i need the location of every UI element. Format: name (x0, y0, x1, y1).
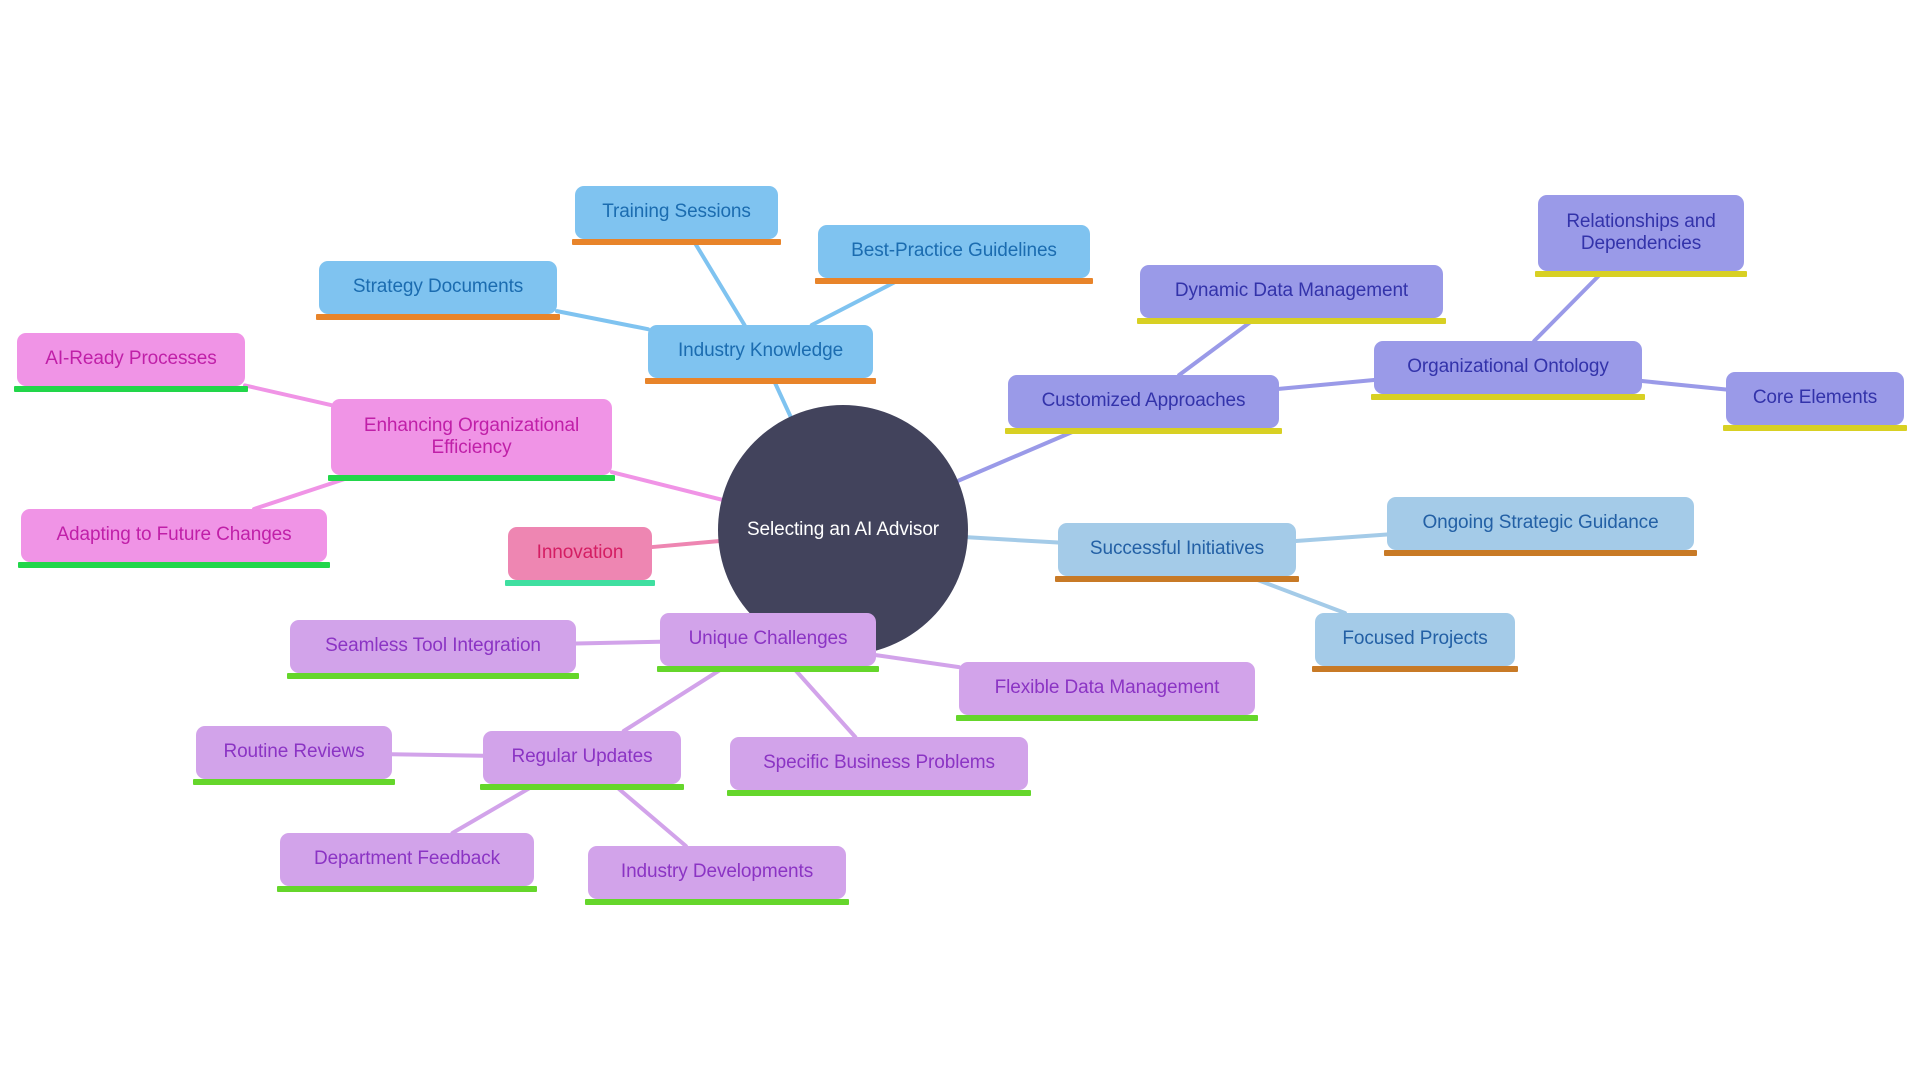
node-label-ongoing-strategic-guidance: Ongoing Strategic Guidance (1422, 512, 1659, 534)
central-node-label: Selecting an AI Advisor (746, 519, 940, 540)
edge-organizational-ontology-to-relationships-and-dependencies (1532, 269, 1606, 343)
node-best-practice-guidelines[interactable]: Best-Practice Guidelines (815, 225, 1093, 284)
edge-industry-knowledge-to-best-practice-guidelines (809, 276, 905, 327)
node-label-focused-projects: Focused Projects (1342, 628, 1488, 650)
node-successful-initiatives[interactable]: Successful Initiatives (1055, 523, 1299, 582)
edge-central-to-customized-approaches (955, 426, 1084, 483)
edge-regular-updates-to-industry-developments (611, 782, 688, 848)
node-industry-developments[interactable]: Industry Developments (585, 846, 849, 905)
node-label-seamless-tool-integration: Seamless Tool Integration (325, 635, 541, 657)
node-routine-reviews[interactable]: Routine Reviews (193, 726, 395, 785)
node-label-flexible-data-management: Flexible Data Management (994, 677, 1220, 699)
node-core-elements[interactable]: Core Elements (1723, 372, 1907, 431)
edge-unique-challenges-to-regular-updates (621, 664, 729, 733)
node-organizational-ontology[interactable]: Organizational Ontology (1371, 341, 1645, 400)
edge-customized-approaches-to-organizational-ontology (1277, 378, 1376, 391)
node-label-innovation: Innovation (536, 542, 624, 564)
node-label-industry-developments: Industry Developments (620, 861, 814, 883)
node-label-best-practice-guidelines: Best-Practice Guidelines (851, 240, 1057, 262)
edge-enhancing-organizational-efficiency-to-ai-ready-processes (243, 383, 333, 408)
node-label-enhancing-organizational-efficiency: Enhancing Organizational Efficiency (363, 414, 580, 458)
node-label-industry-knowledge: Industry Knowledge (677, 340, 844, 362)
node-specific-business-problems[interactable]: Specific Business Problems (727, 737, 1031, 796)
node-innovation[interactable]: Innovation (505, 527, 655, 586)
node-label-organizational-ontology: Organizational Ontology (1407, 356, 1609, 378)
edge-unique-challenges-to-specific-business-problems (789, 664, 858, 739)
node-label-ai-ready-processes: AI-Ready Processes (45, 348, 217, 370)
edge-organizational-ontology-to-core-elements (1640, 379, 1728, 392)
node-ai-ready-processes[interactable]: AI-Ready Processes (14, 333, 248, 392)
node-strategy-documents[interactable]: Strategy Documents (316, 261, 560, 320)
node-label-unique-challenges: Unique Challenges (688, 628, 848, 650)
node-regular-updates[interactable]: Regular Updates (480, 731, 684, 790)
edge-customized-approaches-to-dynamic-data-management (1177, 316, 1258, 377)
node-dynamic-data-management[interactable]: Dynamic Data Management (1137, 265, 1446, 324)
edge-central-to-successful-initiatives (965, 535, 1060, 545)
mindmap-canvas: Selecting an AI Advisor Industry Knowledg… (0, 0, 1920, 1080)
edge-regular-updates-to-routine-reviews (390, 752, 485, 758)
node-industry-knowledge[interactable]: Industry Knowledge (645, 325, 876, 384)
node-seamless-tool-integration[interactable]: Seamless Tool Integration (287, 620, 579, 679)
edge-central-to-innovation (650, 539, 721, 550)
edge-unique-challenges-to-seamless-tool-integration (574, 639, 662, 646)
node-label-successful-initiatives: Successful Initiatives (1089, 538, 1265, 560)
node-label-specific-business-problems: Specific Business Problems (763, 752, 995, 774)
edge-regular-updates-to-department-feedback (450, 782, 539, 835)
node-label-strategy-documents: Strategy Documents (352, 276, 524, 298)
node-unique-challenges[interactable]: Unique Challenges (657, 613, 879, 672)
node-training-sessions[interactable]: Training Sessions (572, 186, 781, 245)
node-label-training-sessions: Training Sessions (602, 201, 751, 223)
node-label-dynamic-data-management: Dynamic Data Management (1174, 280, 1409, 302)
node-customized-approaches[interactable]: Customized Approaches (1005, 375, 1282, 434)
node-flexible-data-management[interactable]: Flexible Data Management (956, 662, 1258, 721)
node-label-relationships-and-dependencies: Relationships and Dependencies (1566, 210, 1716, 254)
node-label-adapting-to-future-changes: Adapting to Future Changes (56, 524, 292, 546)
node-adapting-to-future-changes[interactable]: Adapting to Future Changes (18, 509, 330, 568)
edge-central-to-enhancing-organizational-efficiency (610, 470, 724, 502)
node-relationships-and-dependencies[interactable]: Relationships and Dependencies (1535, 195, 1747, 277)
node-department-feedback[interactable]: Department Feedback (277, 833, 537, 892)
node-label-routine-reviews: Routine Reviews (223, 741, 365, 763)
edge-unique-challenges-to-flexible-data-management (874, 653, 961, 670)
node-label-core-elements: Core Elements (1752, 387, 1878, 409)
node-enhancing-organizational-efficiency[interactable]: Enhancing Organizational Efficiency (328, 399, 615, 481)
edge-industry-knowledge-to-training-sessions (690, 237, 747, 327)
node-label-customized-approaches: Customized Approaches (1041, 390, 1246, 412)
node-ongoing-strategic-guidance[interactable]: Ongoing Strategic Guidance (1384, 497, 1697, 556)
edge-industry-knowledge-to-strategy-documents (555, 309, 650, 332)
node-label-regular-updates: Regular Updates (511, 746, 653, 768)
edge-successful-initiatives-to-ongoing-strategic-guidance (1294, 532, 1389, 543)
node-focused-projects[interactable]: Focused Projects (1312, 613, 1518, 672)
node-label-department-feedback: Department Feedback (313, 848, 501, 870)
